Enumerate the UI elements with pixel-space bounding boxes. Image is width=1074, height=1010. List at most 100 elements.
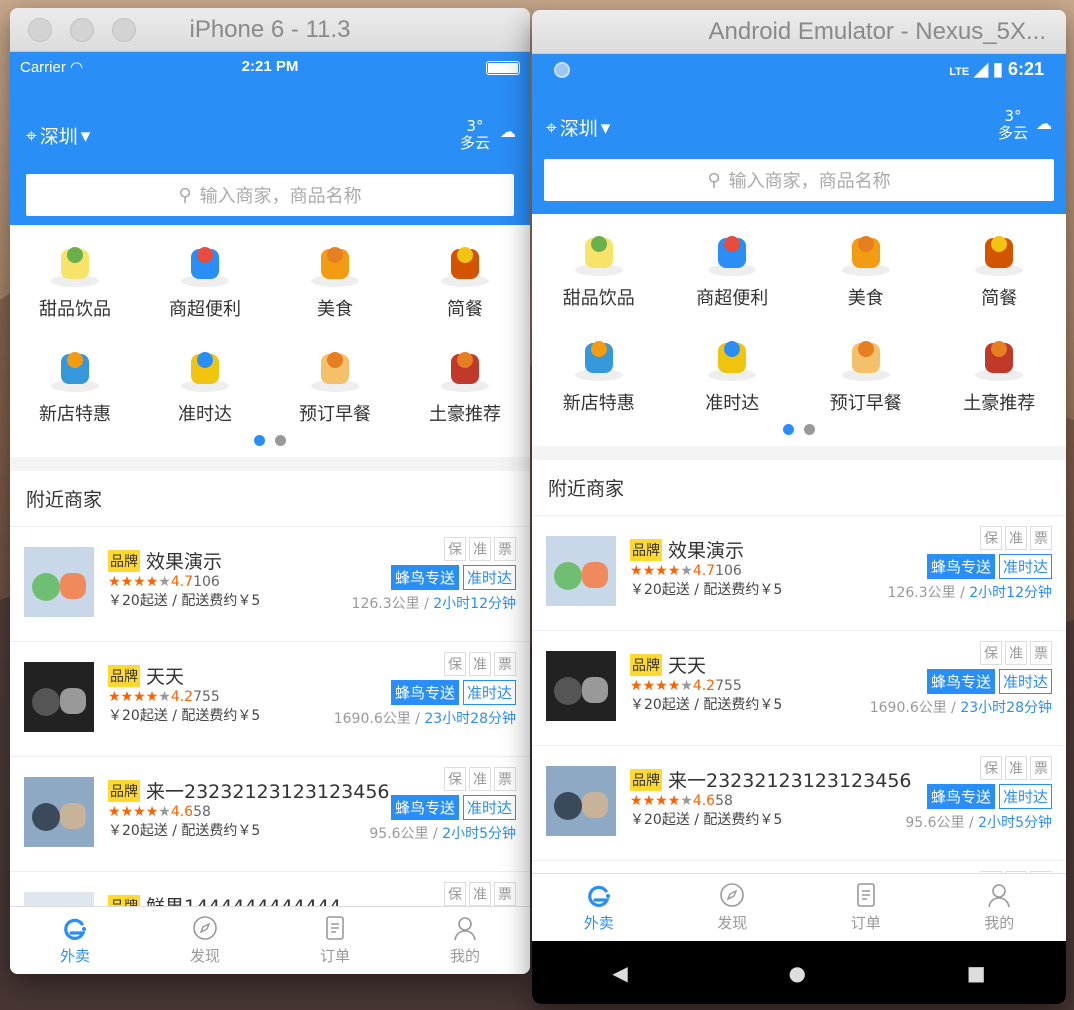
shop-thumbnail	[24, 662, 94, 732]
delivery-badges: 蜂鸟专送 准时达	[352, 565, 516, 590]
star-icon: ★	[630, 678, 643, 694]
distance-time: 95.6公里 / 2小时5分钟	[369, 826, 516, 842]
tab-1[interactable]: 发现	[140, 907, 270, 974]
search-icon: ⚲	[707, 169, 721, 191]
star-icon: ★	[133, 574, 146, 590]
tab-2[interactable]: 订单	[799, 874, 933, 941]
premium-icon	[975, 341, 1024, 381]
tab-0[interactable]: 外卖	[532, 874, 666, 941]
supermarket-icon	[181, 247, 229, 287]
category-item[interactable]: 新店特惠	[10, 330, 140, 435]
category-item[interactable]: 土豪推荐	[400, 330, 530, 435]
premium-icon	[441, 352, 489, 392]
back-icon[interactable]: ◀	[612, 961, 627, 985]
service-tag: 准	[1005, 641, 1027, 665]
shop-meta: 保准票蜂鸟专送 准时达 1690.6公里 / 23小时28分钟	[334, 652, 516, 728]
star-icon: ★	[667, 678, 681, 694]
food-icon	[841, 236, 890, 276]
shop-tags: 保准票	[352, 537, 516, 561]
carousel-dot-2[interactable]	[804, 424, 815, 435]
brand-badge: 品牌	[630, 768, 662, 791]
category-item[interactable]: 商超便利	[140, 225, 270, 330]
profile-icon	[988, 884, 1011, 908]
service-tag: 准	[469, 767, 491, 791]
star-icon: ★	[145, 804, 159, 820]
shop-row[interactable]: 品牌 效果演示 ★★★★★4.7106 ￥20起送 / 配送费约￥5 保准票蜂鸟专送 准时…	[10, 526, 530, 641]
delivery-badges: 蜂鸟专送 准时达	[334, 680, 516, 705]
star-empty-icon: ★	[158, 689, 171, 705]
recents-icon[interactable]: ■	[967, 961, 986, 985]
weather-widget: 3° 多云	[460, 118, 490, 152]
shop-row[interactable]: 品牌 效果演示 ★★★★★4.7106 ￥20起送 / 配送费约￥5 保准票蜂鸟专送 准时…	[532, 515, 1066, 630]
fengniao-badge: 蜂鸟专送	[926, 669, 995, 694]
shop-meta: 保准票蜂鸟专送 准时达 126.3公里 / 2小时12分钟	[888, 526, 1052, 602]
tab-2[interactable]: 订单	[270, 907, 400, 974]
category-item[interactable]: 预订早餐	[799, 319, 933, 424]
location-selector[interactable]: ⌖ 深圳 ▾	[546, 114, 610, 141]
shop-thumbnail	[546, 536, 616, 606]
star-icon: ★	[133, 804, 146, 820]
tab-1[interactable]: 发现	[666, 874, 800, 941]
tab-label: 发现	[717, 914, 748, 932]
shop-row[interactable]: 品牌 来一23232123123123456 ★★★★★4.658 ￥20起送 / 配…	[10, 756, 530, 871]
tab-label: 订单	[319, 947, 350, 965]
service-tag: 保	[980, 641, 1002, 665]
star-icon: ★	[145, 574, 159, 590]
ontime-badge: 准时达	[462, 565, 516, 590]
category-label: 预订早餐	[829, 393, 902, 414]
tab-3[interactable]: 我的	[933, 874, 1067, 941]
home-icon[interactable]: ●	[789, 961, 806, 985]
ios-screen: Carrier ◠ 2:21 PM ⌖ 深圳 ▾ 3° 多云 ☁ ⚲ 输入商家，…	[10, 52, 530, 974]
service-tag: 票	[494, 882, 516, 906]
category-item[interactable]: 美食	[799, 214, 933, 319]
category-item[interactable]: 甜品饮品	[10, 225, 140, 330]
search-placeholder: 输入商家，商品名称	[728, 171, 891, 192]
new-store-icon	[51, 352, 99, 392]
carousel-dots	[10, 435, 530, 446]
service-tag: 准	[1005, 756, 1027, 780]
brand-badge: 品牌	[630, 653, 662, 676]
category-item[interactable]: 预订早餐	[270, 330, 400, 435]
category-item[interactable]: 土豪推荐	[933, 319, 1067, 424]
star-icon: ★	[655, 563, 668, 579]
star-icon: ★	[133, 689, 146, 705]
shop-tags: 保准票	[905, 756, 1052, 780]
shop-name: 来一23232123123123456	[146, 781, 390, 803]
category-label: 甜品饮品	[39, 299, 111, 320]
shop-row[interactable]: 品牌 来一23232123123123456 ★★★★★4.658 ￥20起送 / 配…	[532, 745, 1066, 860]
category-item[interactable]: 准时达	[140, 330, 270, 435]
category-item[interactable]: 商超便利	[666, 214, 800, 319]
shop-row[interactable]: 品牌 天天 ★★★★★4.2755 ￥20起送 / 配送费约￥5 保准票蜂鸟专送 准时达 1…	[532, 630, 1066, 745]
tab-3[interactable]: 我的	[400, 907, 530, 974]
carousel-dot-1[interactable]	[783, 424, 794, 435]
new-store-icon	[574, 341, 623, 381]
fengniao-badge: 蜂鸟专送	[390, 565, 459, 590]
category-label: 简餐	[447, 299, 483, 320]
star-icon: ★	[642, 563, 656, 579]
search-input[interactable]: ⚲ 输入商家，商品名称	[26, 174, 514, 216]
compass-icon	[193, 916, 217, 940]
nearby-title: 附近商家	[532, 460, 1066, 515]
caret-down-icon: ▾	[80, 124, 91, 147]
star-icon: ★	[655, 678, 668, 694]
rating-score: 4.7	[170, 574, 194, 590]
category-item[interactable]: 美食	[270, 225, 400, 330]
search-input[interactable]: ⚲ 输入商家，商品名称	[544, 159, 1054, 201]
category-item[interactable]: 甜品饮品	[532, 214, 666, 319]
category-item[interactable]: 简餐	[933, 214, 1067, 319]
category-label: 甜品饮品	[562, 288, 635, 309]
tab-label: 发现	[189, 947, 220, 965]
category-item[interactable]: 简餐	[400, 225, 530, 330]
category-grid: 甜品饮品 商超便利 美食 简餐新店特惠 准时达 预订早餐 土豪推荐	[10, 225, 530, 457]
category-item[interactable]: 新店特惠	[532, 319, 666, 424]
ontime-badge: 准时达	[998, 784, 1052, 809]
carousel-dot-1[interactable]	[254, 435, 265, 446]
category-item[interactable]: 准时达	[666, 319, 800, 424]
star-icon: ★	[120, 574, 134, 590]
carousel-dot-2[interactable]	[275, 435, 286, 446]
shop-row[interactable]: 品牌 天天 ★★★★★4.2755 ￥20起送 / 配送费约￥5 保准票蜂鸟专送 准时达 1…	[10, 641, 530, 756]
category-list: 甜品饮品 商超便利 美食 简餐新店特惠 准时达 预订早餐 土豪推荐	[10, 225, 530, 435]
compass-icon	[720, 883, 745, 907]
tab-0[interactable]: 外卖	[10, 907, 140, 974]
location-selector[interactable]: ⌖ 深圳 ▾	[26, 122, 90, 149]
